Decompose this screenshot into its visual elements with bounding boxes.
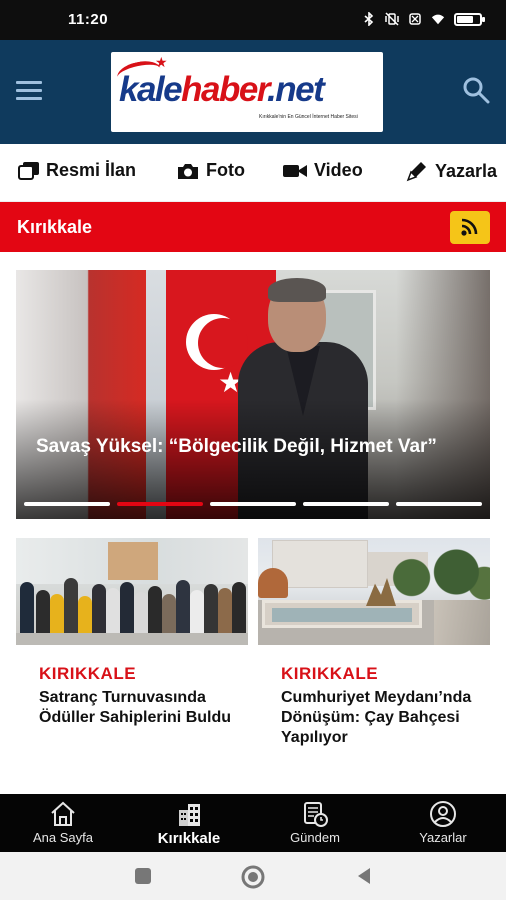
news-card[interactable]: KIRIKKALE Cumhuriyet Meydanı’nda Dönüşüm… bbox=[258, 538, 490, 778]
logo-star-icon: ★ bbox=[155, 54, 168, 70]
status-icons bbox=[362, 12, 485, 26]
rss-button[interactable] bbox=[450, 211, 490, 244]
news-card-image bbox=[16, 538, 248, 645]
recents-icon[interactable] bbox=[133, 866, 153, 886]
nav-item-video[interactable]: Video bbox=[282, 160, 363, 181]
slider-dot[interactable] bbox=[303, 502, 389, 506]
nav-item-foto[interactable]: Foto bbox=[176, 160, 245, 181]
nav-label-yazarlar: Yazarla bbox=[435, 160, 498, 181]
bottom-nav-kirikkale[interactable]: Kırıkkale bbox=[126, 800, 252, 847]
bottom-nav-label: Gündem bbox=[290, 830, 340, 845]
site-logo[interactable]: ★ kalehaber.net Kırıkkale'nin En Güncel … bbox=[111, 52, 383, 132]
bluetooth-icon bbox=[364, 12, 374, 26]
bottom-nav-label: Yazarlar bbox=[419, 830, 467, 845]
home-circle-icon[interactable] bbox=[240, 864, 266, 890]
vibrate-off-icon bbox=[385, 12, 399, 26]
status-bar: 11:20 bbox=[0, 0, 506, 40]
nav-label-foto: Foto bbox=[206, 160, 245, 180]
section-title: Kırıkkale bbox=[17, 217, 93, 237]
nav-item-resmi-ilan[interactable]: Resmi İlan bbox=[18, 160, 136, 181]
slider-dot[interactable] bbox=[396, 502, 482, 506]
logo-tagline: Kırıkkale'nin En Güncel İnternet Haber S… bbox=[259, 114, 358, 120]
section-header: Kırıkkale bbox=[0, 202, 506, 252]
news-card-category: KIRIKKALE bbox=[39, 664, 137, 683]
logo-text: kalehaber.net bbox=[119, 70, 325, 109]
bottom-nav-label: Ana Sayfa bbox=[33, 830, 93, 845]
news-card-category: KIRIKKALE bbox=[281, 664, 379, 683]
slider-dot[interactable] bbox=[210, 502, 296, 506]
user-icon bbox=[430, 801, 456, 827]
bottom-nav: Ana Sayfa Kırıkkale Gündem Yazarlar bbox=[0, 794, 506, 852]
slider-dot-active[interactable] bbox=[117, 502, 203, 506]
bottom-nav-label: Kırıkkale bbox=[157, 830, 221, 847]
back-icon[interactable] bbox=[354, 866, 374, 886]
hamburger-menu-icon[interactable] bbox=[16, 81, 42, 101]
rss-icon bbox=[461, 218, 478, 236]
news-clock-icon bbox=[304, 802, 328, 827]
status-time: 11:20 bbox=[68, 11, 109, 28]
camera-icon bbox=[178, 163, 198, 179]
bottom-nav-home[interactable]: Ana Sayfa bbox=[0, 800, 126, 845]
battery-icon bbox=[454, 12, 485, 26]
bottom-nav-yazarlar[interactable]: Yazarlar bbox=[380, 800, 506, 845]
news-card[interactable]: KIRIKKALE Satranç Turnuvasında Ödüller S… bbox=[16, 538, 248, 778]
hero-headline[interactable]: Savaş Yüksel: “Bölgecilik Değil, Hizmet … bbox=[36, 435, 466, 459]
app-header: ★ kalehaber.net Kırıkkale'nin En Güncel … bbox=[0, 40, 506, 144]
wifi-icon bbox=[431, 14, 445, 25]
hero-slider[interactable]: ★ Savaş Yüksel: “Bölgecilik Değil, Hizme… bbox=[16, 270, 490, 519]
slider-dots bbox=[24, 502, 482, 506]
sim-off-icon bbox=[409, 13, 421, 25]
notice-icon bbox=[18, 161, 39, 180]
nav-label-resmi-ilan: Resmi İlan bbox=[46, 160, 137, 180]
bottom-nav-gundem[interactable]: Gündem bbox=[252, 800, 378, 845]
video-camera-icon bbox=[283, 164, 307, 177]
search-icon[interactable] bbox=[462, 76, 490, 104]
nav-label-video: Video bbox=[314, 160, 363, 180]
nav-item-yazarlar[interactable]: Yazarla bbox=[405, 160, 497, 182]
news-card-title[interactable]: Cumhuriyet Meydanı’nda Dönüşüm: Çay Bahç… bbox=[281, 688, 481, 748]
pen-icon bbox=[406, 162, 426, 182]
slider-dot[interactable] bbox=[24, 502, 110, 506]
home-icon bbox=[51, 801, 75, 826]
system-nav-bar bbox=[0, 852, 506, 900]
category-nav: Resmi İlan Foto Video Yazarla bbox=[0, 144, 506, 202]
news-card-title[interactable]: Satranç Turnuvasında Ödüller Sahiplerini… bbox=[39, 688, 239, 728]
city-icon bbox=[179, 804, 200, 826]
news-card-image bbox=[258, 538, 490, 645]
